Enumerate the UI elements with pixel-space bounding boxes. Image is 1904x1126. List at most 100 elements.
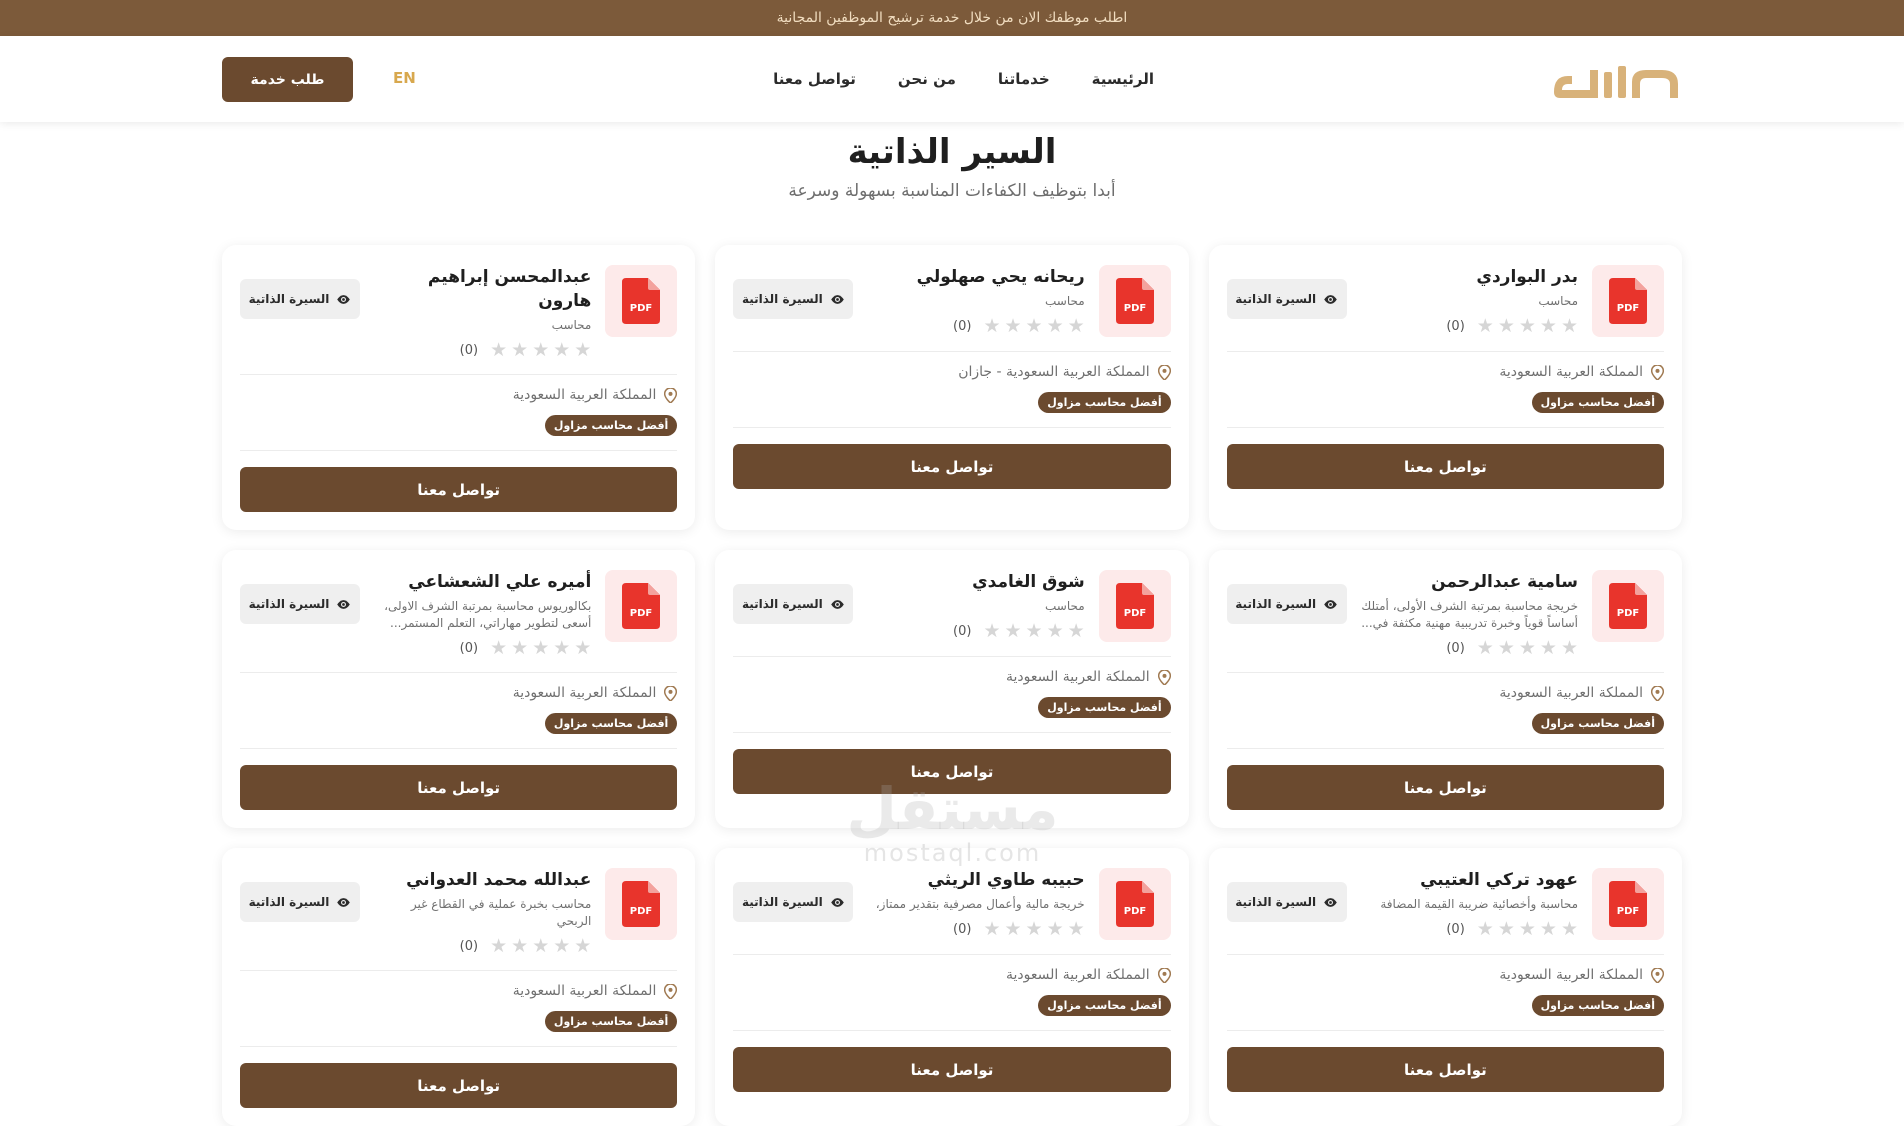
candidate-name[interactable]: عهود تركي العتيبي xyxy=(1361,868,1578,892)
star-icon[interactable]: ★ xyxy=(1519,316,1536,336)
star-icon[interactable]: ★ xyxy=(1561,316,1578,336)
view-cv-button[interactable]: السيرة الذاتية xyxy=(1226,882,1347,922)
location: المملكة العربية السعودية xyxy=(733,669,1171,685)
star-icon[interactable]: ★ xyxy=(574,936,591,956)
star-icon[interactable]: ★ xyxy=(1026,919,1043,939)
star-icon[interactable]: ★ xyxy=(532,638,549,658)
request-service-button[interactable]: طلب خدمة xyxy=(222,57,353,102)
contact-button[interactable]: تواصل معنا xyxy=(733,1047,1171,1092)
language-switch[interactable]: EN xyxy=(393,69,416,87)
star-icon[interactable]: ★ xyxy=(1540,316,1557,336)
star-icon[interactable]: ★ xyxy=(553,638,570,658)
star-icon[interactable]: ★ xyxy=(1519,919,1536,939)
view-cv-button[interactable]: السيرة الذاتية xyxy=(733,882,854,922)
star-icon[interactable]: ★ xyxy=(574,638,591,658)
candidate-name[interactable]: سامية عبدالرحمن xyxy=(1361,570,1578,594)
star-icon[interactable]: ★ xyxy=(1477,919,1494,939)
location: المملكة العربية السعودية xyxy=(1227,967,1664,983)
nav-services[interactable]: خدماتنا xyxy=(998,70,1050,88)
star-icon[interactable]: ★ xyxy=(532,936,549,956)
star-icon[interactable]: ★ xyxy=(511,936,528,956)
card-info: أميره علي الشعشاعي بكالوريوس محاسبة بمرت… xyxy=(374,570,591,658)
pdf-file-icon[interactable]: PDF xyxy=(1098,868,1171,940)
star-icon[interactable]: ★ xyxy=(1498,919,1515,939)
star-icon[interactable]: ★ xyxy=(1004,919,1021,939)
contact-button[interactable]: تواصل معنا xyxy=(240,765,678,810)
star-icon[interactable]: ★ xyxy=(1004,621,1021,641)
star-icon[interactable]: ★ xyxy=(553,936,570,956)
star-icon[interactable]: ★ xyxy=(1068,621,1085,641)
view-cv-button[interactable]: السيرة الذاتية xyxy=(240,279,360,319)
contact-button[interactable]: تواصل معنا xyxy=(1226,444,1664,489)
divider xyxy=(733,656,1171,657)
logo[interactable] xyxy=(1550,62,1682,100)
view-cv-button[interactable]: السيرة الذاتية xyxy=(733,584,854,624)
star-icon[interactable]: ★ xyxy=(1561,919,1578,939)
star-icon[interactable]: ★ xyxy=(983,316,1000,336)
divider xyxy=(733,1030,1171,1031)
card-info: حبيبه طاوي الريثي خريجة مالية وأعمال مصر… xyxy=(867,868,1085,939)
contact-button[interactable]: تواصل معنا xyxy=(240,1063,678,1108)
pdf-file-icon[interactable]: PDF xyxy=(605,570,678,642)
star-icon[interactable]: ★ xyxy=(1561,638,1578,658)
contact-button[interactable]: تواصل معنا xyxy=(733,444,1171,489)
star-icon[interactable]: ★ xyxy=(511,638,528,658)
view-cv-button[interactable]: السيرة الذاتية xyxy=(1226,584,1347,624)
nav-contact[interactable]: تواصل معنا xyxy=(773,70,856,88)
pdf-file-icon[interactable]: PDF xyxy=(1098,265,1171,337)
candidate-name[interactable]: حبيبه طاوي الريثي xyxy=(867,868,1085,892)
location-pin-icon xyxy=(1651,685,1664,701)
star-icon[interactable]: ★ xyxy=(1026,316,1043,336)
view-cv-button[interactable]: السيرة الذاتية xyxy=(240,882,360,922)
star-icon[interactable]: ★ xyxy=(1026,621,1043,641)
pdf-file-icon[interactable]: PDF xyxy=(1592,265,1664,337)
contact-button[interactable]: تواصل معنا xyxy=(1226,1047,1664,1092)
contact-button[interactable]: تواصل معنا xyxy=(1226,765,1664,810)
contact-button[interactable]: تواصل معنا xyxy=(733,749,1171,794)
view-cv-button[interactable]: السيرة الذاتية xyxy=(733,279,854,319)
pdf-file-icon[interactable]: PDF xyxy=(1098,570,1171,642)
star-icon[interactable]: ★ xyxy=(490,340,507,360)
star-icon[interactable]: ★ xyxy=(1047,316,1064,336)
view-cv-button[interactable]: السيرة الذاتية xyxy=(240,584,360,624)
star-icon[interactable]: ★ xyxy=(553,340,570,360)
cv-card: PDF عبدالله محمد العدواني محاسب بخبرة عم… xyxy=(222,848,696,1126)
star-icon[interactable]: ★ xyxy=(511,340,528,360)
star-icon[interactable]: ★ xyxy=(1068,316,1085,336)
pdf-file-icon[interactable]: PDF xyxy=(1592,868,1664,940)
star-icon[interactable]: ★ xyxy=(574,340,591,360)
pdf-file-icon[interactable]: PDF xyxy=(605,868,678,940)
star-icon[interactable]: ★ xyxy=(1047,919,1064,939)
candidate-name[interactable]: ريحانه يحي صهلولي xyxy=(867,265,1085,289)
star-icon[interactable]: ★ xyxy=(1540,638,1557,658)
location-text: المملكة العربية السعودية xyxy=(1499,364,1643,380)
candidate-name[interactable]: بدر البواردي xyxy=(1361,265,1578,289)
star-icon[interactable]: ★ xyxy=(490,638,507,658)
star-icon[interactable]: ★ xyxy=(1519,638,1536,658)
star-icon[interactable]: ★ xyxy=(1540,919,1557,939)
nav-home[interactable]: الرئيسية xyxy=(1092,70,1154,88)
candidate-name[interactable]: عبدالمحسن إبراهيم هارون xyxy=(374,265,591,313)
star-icon[interactable]: ★ xyxy=(1498,638,1515,658)
pdf-file-icon[interactable]: PDF xyxy=(1592,570,1664,642)
star-icon[interactable]: ★ xyxy=(1047,621,1064,641)
candidate-role: خريجة مالية وأعمال مصرفية بتقدير ممتاز، xyxy=(875,897,1085,911)
star-icon[interactable]: ★ xyxy=(532,340,549,360)
candidate-name[interactable]: أميره علي الشعشاعي xyxy=(374,570,591,594)
star-icon[interactable]: ★ xyxy=(1477,638,1494,658)
star-icon[interactable]: ★ xyxy=(490,936,507,956)
pdf-file-icon[interactable]: PDF xyxy=(605,265,678,337)
candidate-name[interactable]: عبدالله محمد العدواني xyxy=(374,868,591,892)
candidate-name[interactable]: شوق الغامدي xyxy=(867,570,1085,594)
star-icon[interactable]: ★ xyxy=(1477,316,1494,336)
view-cv-button[interactable]: السيرة الذاتية xyxy=(1226,279,1347,319)
nav-about[interactable]: من نحن xyxy=(898,70,956,88)
star-icon[interactable]: ★ xyxy=(983,621,1000,641)
divider xyxy=(240,970,678,971)
star-icon[interactable]: ★ xyxy=(1498,316,1515,336)
star-icon[interactable]: ★ xyxy=(1068,919,1085,939)
star-icon[interactable]: ★ xyxy=(983,919,1000,939)
star-icon[interactable]: ★ xyxy=(1004,316,1021,336)
card-info: عبدالمحسن إبراهيم هارون محاسب ★ ★ ★ ★ ★ … xyxy=(374,265,591,360)
contact-button[interactable]: تواصل معنا xyxy=(240,467,678,512)
